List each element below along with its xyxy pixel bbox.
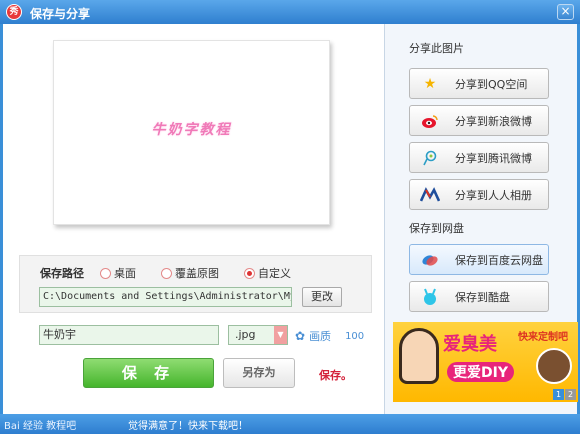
- save-path-box: 保存路径 桌面 覆盖原图 自定义 C:\Documents and Settin…: [19, 255, 372, 313]
- share-sina-weibo-button[interactable]: 分享到新浪微博: [409, 105, 549, 136]
- app-logo-icon: 秀: [6, 4, 22, 20]
- radio-overwrite[interactable]: 覆盖原图: [161, 265, 219, 281]
- window-title: 保存与分享: [30, 7, 91, 21]
- radio-label: 自定义: [258, 267, 291, 280]
- share-section-title: 分享此图片: [409, 42, 464, 55]
- change-path-button[interactable]: 更改: [302, 287, 342, 307]
- title-bar: 秀 保存与分享 ×: [0, 0, 580, 24]
- save-path-label: 保存路径: [40, 267, 84, 280]
- close-button[interactable]: ×: [557, 4, 574, 20]
- share-renren-button[interactable]: 分享到人人相册: [409, 179, 549, 210]
- radio-desktop[interactable]: 桌面: [100, 265, 136, 281]
- share-button-label: 分享到新浪微博: [455, 114, 532, 128]
- share-button-label: 分享到QQ空间: [455, 77, 528, 91]
- star-icon: ★: [423, 75, 437, 92]
- renren-icon: [420, 185, 440, 205]
- radio-dot-selected: [244, 267, 255, 279]
- tencent-weibo-icon: [420, 148, 440, 168]
- radio-label: 覆盖原图: [175, 267, 219, 280]
- banner-subline: 更爱DIY: [447, 362, 514, 382]
- save-hint: 保存。: [319, 369, 352, 382]
- save-baidu-cloud-button[interactable]: 保存到百度云网盘: [409, 244, 549, 275]
- status-bar: Bai 经验 教程吧 觉得满意了！快来下载吧！: [0, 414, 580, 434]
- radio-dot: [161, 267, 172, 279]
- cloud-button-label: 保存到百度云网盘: [455, 253, 543, 267]
- radio-custom[interactable]: 自定义: [244, 265, 291, 281]
- quality-setting[interactable]: ✿ 画质 100: [295, 328, 364, 344]
- cloud-section-title: 保存到网盘: [409, 222, 464, 235]
- banner-page-1[interactable]: 1: [553, 389, 564, 400]
- banner-corner-text: 快来定制吧: [518, 332, 568, 343]
- share-qzone-button[interactable]: ★ 分享到QQ空间: [409, 68, 549, 99]
- save-share-dialog: 秀 保存与分享 × 牛奶字教程 保存路径 桌面 覆盖原图 自定义 C:\Docu…: [0, 0, 580, 434]
- quality-label[interactable]: 画质: [309, 328, 331, 344]
- promo-banner[interactable]: 爱臭美 更爱DIY 快来定制吧 1 2: [393, 322, 578, 402]
- file-name-field[interactable]: 牛奶宇: [39, 325, 219, 345]
- radio-dot: [100, 267, 111, 279]
- share-button-label: 分享到人人相册: [455, 188, 532, 202]
- baidu-cloud-icon: [420, 250, 440, 270]
- file-format-value: .jpg: [235, 328, 256, 341]
- file-format-select[interactable]: .jpg ▼: [228, 325, 288, 345]
- image-preview: 牛奶字教程: [53, 40, 330, 225]
- dialog-body: 牛奶字教程 保存路径 桌面 覆盖原图 自定义 C:\Documents and …: [3, 24, 578, 414]
- site-watermark: Bai 经验 教程吧: [4, 421, 77, 432]
- save-button[interactable]: 保 存: [83, 358, 214, 388]
- share-button-label: 分享到腾讯微博: [455, 151, 532, 165]
- status-message: 觉得满意了！快来下载吧！: [128, 421, 248, 432]
- share-panel: 分享此图片 ★ 分享到QQ空间 分享到新浪微博 分享到腾讯微博 分享到人人相册 …: [384, 24, 578, 414]
- save-path-field[interactable]: C:\Documents and Settings\Administrator\…: [39, 287, 292, 307]
- radio-label: 桌面: [114, 267, 136, 280]
- chevron-down-icon[interactable]: ▼: [274, 326, 287, 344]
- share-tencent-weibo-button[interactable]: 分享到腾讯微博: [409, 142, 549, 173]
- save-kupan-button[interactable]: 保存到酷盘: [409, 281, 549, 312]
- banner-headline: 爱臭美: [443, 334, 497, 355]
- banner-avatar: [536, 348, 572, 384]
- quality-value: 100: [345, 330, 365, 342]
- model-photo: [399, 328, 439, 384]
- gear-icon[interactable]: ✿: [295, 329, 305, 343]
- save-panel: 牛奶字教程 保存路径 桌面 覆盖原图 自定义 C:\Documents and …: [3, 24, 383, 414]
- save-as-button[interactable]: 另存为: [223, 358, 295, 388]
- preview-watermark: 牛奶字教程: [151, 122, 232, 138]
- kupan-icon: [420, 287, 440, 307]
- weibo-icon: [420, 111, 440, 131]
- cloud-button-label: 保存到酷盘: [455, 290, 510, 304]
- banner-page-2[interactable]: 2: [565, 389, 576, 400]
